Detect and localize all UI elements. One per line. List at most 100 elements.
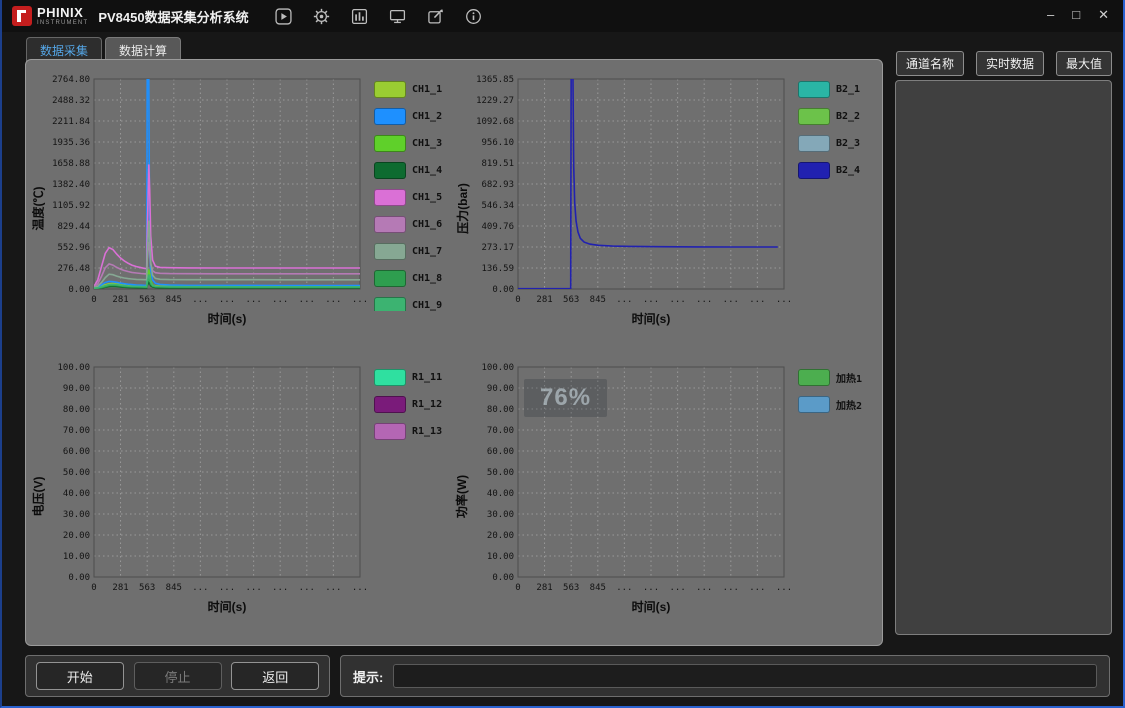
x-tick-label: 845 [590,295,606,305]
chart-svg: 100.0090.0080.0070.0060.0050.0040.0030.0… [470,359,792,619]
x-tick-label: ... [616,295,632,305]
start-button[interactable]: 开始 [36,662,124,690]
edit-export-icon[interactable] [427,7,445,25]
legend-item: CH1_1 [374,81,454,98]
report-icon[interactable] [351,7,369,25]
legend-item: CH1_8 [374,270,454,287]
x-tick-label: ... [696,295,712,305]
y-tick-label: 0.00 [492,573,514,583]
x-tick-label: ... [299,295,315,305]
y-tick-label: 1105.92 [52,201,90,211]
y-tick-label: 829.44 [57,222,90,232]
y-tick-label: 0.00 [68,285,90,295]
legend-swatch [374,270,406,287]
info-icon[interactable] [465,7,483,25]
x-tick-label: ... [749,295,765,305]
y-tick-label: 60.00 [63,447,90,457]
x-tick-label: 845 [590,583,606,593]
x-tick-label: ... [192,295,208,305]
legend-swatch [374,423,406,440]
y-tick-label: 682.93 [481,180,514,190]
x-tick-label: 0 [515,295,520,305]
x-tick-label: ... [219,295,235,305]
max-value-button[interactable]: 最大值 [1056,51,1112,76]
minimize-button[interactable]: – [1047,7,1054,23]
x-tick-label: 0 [515,583,520,593]
y-tick-label: 40.00 [487,489,514,499]
y-tick-label: 552.96 [57,243,90,253]
x-tick-label: 0 [91,583,96,593]
y-tick-label: 136.59 [481,264,514,274]
play-icon[interactable] [275,7,293,25]
y-tick-label: 819.51 [481,159,514,169]
legend-swatch [374,396,406,413]
legend-label: B2_1 [836,84,860,95]
y-tick-label: 2488.32 [52,96,90,106]
x-tick-label: 281 [536,583,552,593]
legend: CH1_1CH1_2CH1_3CH1_4CH1_5CH1_6CH1_7CH1_8… [374,81,454,311]
control-button-panel: 开始 停止 返回 [25,655,330,697]
x-tick-label: ... [299,583,315,593]
x-tick-label: 845 [166,583,182,593]
y-tick-label: 276.48 [57,264,90,274]
power-chart: 功率(W) 100.0090.0080.0070.0060.0050.0040.… [454,353,878,641]
x-tick-label: 563 [563,295,579,305]
maximize-button[interactable]: □ [1072,7,1080,23]
app-window: PHINIX INSTRUMENT PV8450数据采集分析系统 [0,0,1125,708]
series-CH1_9 [94,275,360,289]
brand-subtitle: INSTRUMENT [37,20,88,26]
y-tick-label: 70.00 [487,426,514,436]
legend-label: B2_3 [836,138,860,149]
channel-data-panel [895,80,1112,635]
legend-label: B2_2 [836,111,860,122]
back-button[interactable]: 返回 [231,662,319,690]
channel-name-button[interactable]: 通道名称 [896,51,964,76]
brand-name: PHINIX [37,6,88,19]
legend-label: CH1_2 [412,111,442,122]
legend-label: B2_4 [836,165,860,176]
stop-button[interactable]: 停止 [134,662,222,690]
legend-item: CH1_2 [374,108,454,125]
settings-gear-icon[interactable] [313,7,331,25]
x-tick-label: ... [272,583,288,593]
y-axis-label: 温度(℃) [30,187,47,231]
pressure-chart: 压力(bar) 1365.851229.271092.68956.10819.5… [454,65,878,353]
voltage-chart: 电压(V) 100.0090.0080.0070.0060.0050.0040.… [30,353,454,641]
close-button[interactable]: ✕ [1098,7,1109,23]
title-bar: PHINIX INSTRUMENT PV8450数据采集分析系统 [2,0,1123,32]
x-tick-label: ... [643,295,659,305]
y-tick-label: 60.00 [487,447,514,457]
plot-area: 100.0090.0080.0070.0060.0050.0040.0030.0… [46,359,368,619]
legend-item: R1_13 [374,423,454,440]
chart-svg: 1365.851229.271092.68956.10819.51682.935… [470,71,792,331]
x-tick-label: ... [325,583,341,593]
window-controls: – □ ✕ [1047,7,1109,23]
realtime-data-button[interactable]: 实时数据 [976,51,1044,76]
y-tick-label: 10.00 [487,552,514,562]
y-axis-label: 电压(V) [30,476,47,516]
hint-input[interactable] [393,664,1097,688]
legend-label: CH1_7 [412,246,442,257]
legend-swatch [374,369,406,386]
legend-label: CH1_5 [412,192,442,203]
legend-item: CH1_4 [374,162,454,179]
legend-item: CH1_5 [374,189,454,206]
phinix-logo-icon [12,5,32,27]
legend-swatch [374,162,406,179]
y-tick-label: 70.00 [63,426,90,436]
legend-item: B2_3 [798,135,878,152]
x-tick-label: ... [246,295,262,305]
x-tick-label: ... [670,295,686,305]
x-tick-label: ... [776,583,792,593]
x-tick-label: ... [643,583,659,593]
y-tick-label: 1658.88 [52,159,90,169]
x-tick-label: ... [670,583,686,593]
legend-item: B2_1 [798,81,878,98]
monitor-icon[interactable] [389,7,407,25]
legend-item: CH1_6 [374,216,454,233]
legend-label: CH1_1 [412,84,442,95]
x-axis-label: 时间(s) [208,599,247,614]
y-tick-label: 50.00 [487,468,514,478]
plot-area: 1365.851229.271092.68956.10819.51682.935… [470,71,792,331]
x-tick-label: ... [219,583,235,593]
